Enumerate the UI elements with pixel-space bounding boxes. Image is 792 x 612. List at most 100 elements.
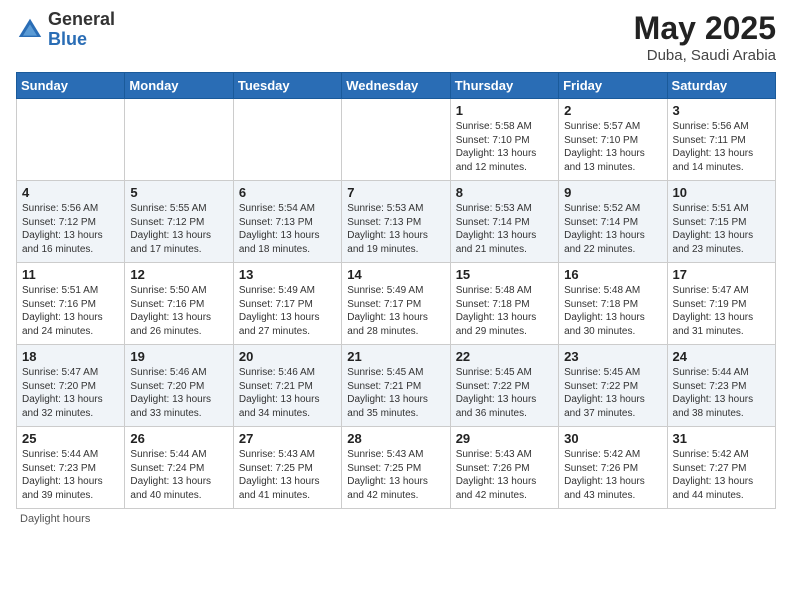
day-number: 4	[22, 185, 119, 200]
day-info: Sunrise: 5:43 AMSunset: 7:26 PMDaylight:…	[456, 449, 537, 501]
th-tuesday: Tuesday	[233, 73, 341, 99]
day-info: Sunrise: 5:57 AMSunset: 7:10 PMDaylight:…	[564, 121, 645, 173]
table-cell: 6 Sunrise: 5:54 AMSunset: 7:13 PMDaylight…	[233, 181, 341, 263]
day-info: Sunrise: 5:47 AMSunset: 7:19 PMDaylight:…	[673, 285, 754, 337]
day-number: 27	[239, 431, 336, 446]
table-cell: 21Sunrise: 5:45 AMSunset: 7:21 PMDayligh…	[342, 345, 450, 427]
day-info: Sunrise: 5:44 AMSunset: 7:23 PMDaylight:…	[673, 367, 754, 419]
day-header-row: Sunday Monday Tuesday Wednesday Thursday…	[17, 73, 776, 99]
day-info: Sunrise: 5:49 AMSunset: 7:17 PMDaylight:…	[347, 285, 428, 337]
day-number: 10	[673, 185, 770, 200]
day-number: 13	[239, 267, 336, 282]
day-info: Sunrise: 5:42 AMSunset: 7:27 PMDaylight:…	[673, 449, 754, 501]
day-number: 29	[456, 431, 553, 446]
day-info: Sunrise: 5:48 AMSunset: 7:18 PMDaylight:…	[456, 285, 537, 337]
table-cell: 16 Sunrise: 5:48 AMSunset: 7:18 PMDayligh…	[559, 263, 667, 345]
week-row-3: 11Sunrise: 5:51 AMSunset: 7:16 PMDayligh…	[17, 263, 776, 345]
day-number: 25	[22, 431, 119, 446]
table-cell: 27 Sunrise: 5:43 AMSunset: 7:25 PMDayligh…	[233, 427, 341, 509]
day-number: 2	[564, 103, 661, 118]
table-cell: 26 Sunrise: 5:44 AMSunset: 7:24 PMDayligh…	[125, 427, 233, 509]
table-cell: 5 Sunrise: 5:55 AMSunset: 7:12 PMDaylight…	[125, 181, 233, 263]
day-number: 16	[564, 267, 661, 282]
day-number: 18	[22, 349, 119, 364]
table-cell: 1Sunrise: 5:58 AMSunset: 7:10 PMDaylight…	[450, 99, 558, 181]
day-number: 12	[130, 267, 227, 282]
table-cell: 30Sunrise: 5:42 AMSunset: 7:26 PMDayligh…	[559, 427, 667, 509]
day-number: 22	[456, 349, 553, 364]
day-info: Sunrise: 5:45 AMSunset: 7:22 PMDaylight:…	[456, 367, 537, 419]
day-info: Sunrise: 5:46 AMSunset: 7:21 PMDaylight:…	[239, 367, 320, 419]
header: General Blue May 2025 Duba, Saudi Arabia	[16, 10, 776, 64]
day-info: Sunrise: 5:56 AMSunset: 7:12 PMDaylight:…	[22, 203, 103, 255]
table-cell: 19Sunrise: 5:46 AMSunset: 7:20 PMDayligh…	[125, 345, 233, 427]
day-number: 28	[347, 431, 444, 446]
location: Duba, Saudi Arabia	[634, 47, 776, 64]
daylight-label: Daylight hours	[20, 513, 90, 525]
day-info: Sunrise: 5:51 AMSunset: 7:15 PMDaylight:…	[673, 203, 754, 255]
day-number: 7	[347, 185, 444, 200]
logo-icon	[16, 16, 44, 44]
day-number: 15	[456, 267, 553, 282]
table-cell	[125, 99, 233, 181]
th-thursday: Thursday	[450, 73, 558, 99]
table-cell: 9 Sunrise: 5:52 AMSunset: 7:14 PMDaylight…	[559, 181, 667, 263]
table-cell: 3Sunrise: 5:56 AMSunset: 7:11 PMDaylight…	[667, 99, 775, 181]
table-cell: 20 Sunrise: 5:46 AMSunset: 7:21 PMDayligh…	[233, 345, 341, 427]
th-saturday: Saturday	[667, 73, 775, 99]
day-number: 6	[239, 185, 336, 200]
table-cell: 22 Sunrise: 5:45 AMSunset: 7:22 PMDayligh…	[450, 345, 558, 427]
table-cell: 31 Sunrise: 5:42 AMSunset: 7:27 PMDayligh…	[667, 427, 775, 509]
logo-text: General Blue	[48, 10, 115, 50]
table-cell: 24 Sunrise: 5:44 AMSunset: 7:23 PMDayligh…	[667, 345, 775, 427]
day-info: Sunrise: 5:52 AMSunset: 7:14 PMDaylight:…	[564, 203, 645, 255]
day-info: Sunrise: 5:50 AMSunset: 7:16 PMDaylight:…	[130, 285, 211, 337]
day-info: Sunrise: 5:56 AMSunset: 7:11 PMDaylight:…	[673, 121, 754, 173]
day-number: 30	[564, 431, 661, 446]
table-cell: 29 Sunrise: 5:43 AMSunset: 7:26 PMDayligh…	[450, 427, 558, 509]
day-info: Sunrise: 5:44 AMSunset: 7:23 PMDaylight:…	[22, 449, 103, 501]
day-info: Sunrise: 5:49 AMSunset: 7:17 PMDaylight:…	[239, 285, 320, 337]
day-number: 31	[673, 431, 770, 446]
table-cell: 8 Sunrise: 5:53 AMSunset: 7:14 PMDaylight…	[450, 181, 558, 263]
day-info: Sunrise: 5:46 AMSunset: 7:20 PMDaylight:…	[130, 367, 211, 419]
day-number: 8	[456, 185, 553, 200]
day-number: 9	[564, 185, 661, 200]
day-info: Sunrise: 5:55 AMSunset: 7:12 PMDaylight:…	[130, 203, 211, 255]
table-cell	[233, 99, 341, 181]
table-cell: 4 Sunrise: 5:56 AMSunset: 7:12 PMDaylight…	[17, 181, 125, 263]
day-info: Sunrise: 5:53 AMSunset: 7:14 PMDaylight:…	[456, 203, 537, 255]
table-cell: 12 Sunrise: 5:50 AMSunset: 7:16 PMDayligh…	[125, 263, 233, 345]
day-number: 11	[22, 267, 119, 282]
day-info: Sunrise: 5:53 AMSunset: 7:13 PMDaylight:…	[347, 203, 428, 255]
th-wednesday: Wednesday	[342, 73, 450, 99]
day-info: Sunrise: 5:48 AMSunset: 7:18 PMDaylight:…	[564, 285, 645, 337]
day-info: Sunrise: 5:45 AMSunset: 7:22 PMDaylight:…	[564, 367, 645, 419]
footer: Daylight hours	[16, 513, 776, 525]
table-cell	[17, 99, 125, 181]
table-cell: 13 Sunrise: 5:49 AMSunset: 7:17 PMDayligh…	[233, 263, 341, 345]
th-monday: Monday	[125, 73, 233, 99]
day-number: 26	[130, 431, 227, 446]
th-sunday: Sunday	[17, 73, 125, 99]
table-cell: 2 Sunrise: 5:57 AMSunset: 7:10 PMDaylight…	[559, 99, 667, 181]
table-cell: 10 Sunrise: 5:51 AMSunset: 7:15 PMDayligh…	[667, 181, 775, 263]
table-cell: 7 Sunrise: 5:53 AMSunset: 7:13 PMDaylight…	[342, 181, 450, 263]
week-row-1: 1Sunrise: 5:58 AMSunset: 7:10 PMDaylight…	[17, 99, 776, 181]
week-row-4: 18Sunrise: 5:47 AMSunset: 7:20 PMDayligh…	[17, 345, 776, 427]
title-block: May 2025 Duba, Saudi Arabia	[634, 10, 776, 64]
day-info: Sunrise: 5:44 AMSunset: 7:24 PMDaylight:…	[130, 449, 211, 501]
day-info: Sunrise: 5:43 AMSunset: 7:25 PMDaylight:…	[239, 449, 320, 501]
table-cell: 11Sunrise: 5:51 AMSunset: 7:16 PMDayligh…	[17, 263, 125, 345]
week-row-2: 4 Sunrise: 5:56 AMSunset: 7:12 PMDaylight…	[17, 181, 776, 263]
table-cell: 23Sunrise: 5:45 AMSunset: 7:22 PMDayligh…	[559, 345, 667, 427]
day-info: Sunrise: 5:54 AMSunset: 7:13 PMDaylight:…	[239, 203, 320, 255]
day-number: 1	[456, 103, 553, 118]
day-number: 20	[239, 349, 336, 364]
day-number: 5	[130, 185, 227, 200]
day-number: 24	[673, 349, 770, 364]
table-cell	[342, 99, 450, 181]
table-cell: 15 Sunrise: 5:48 AMSunset: 7:18 PMDayligh…	[450, 263, 558, 345]
day-number: 14	[347, 267, 444, 282]
month-title: May 2025	[634, 10, 776, 47]
